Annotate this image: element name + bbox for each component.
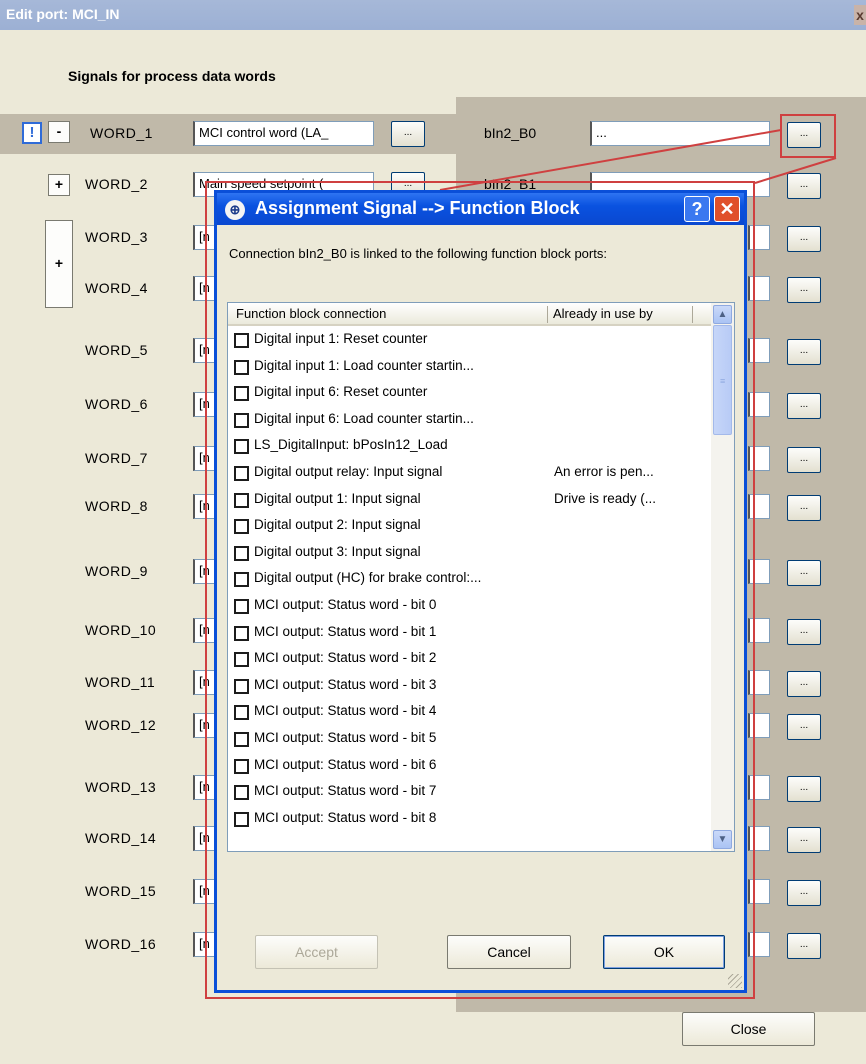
- row-checkbox[interactable]: [234, 705, 249, 721]
- grip-icon: ≡: [720, 376, 726, 386]
- assignment-dialog: ⊕ Assignment Signal --> Function Block ?…: [214, 190, 747, 993]
- list-item[interactable]: MCI output: Status word - bit 8: [228, 808, 708, 830]
- dialog-titlebar: ⊕ Assignment Signal --> Function Block ?…: [217, 193, 744, 225]
- row-connection-text: Digital input 6: Reset counter: [254, 384, 428, 400]
- row-checkbox[interactable]: [234, 811, 249, 827]
- list-item[interactable]: MCI output: Status word - bit 1: [228, 622, 708, 644]
- list-item[interactable]: MCI output: Status word - bit 3: [228, 675, 708, 697]
- edit-port-window: Edit port: MCI_IN x Signals for process …: [0, 0, 866, 1064]
- list-item[interactable]: MCI output: Status word - bit 2: [228, 648, 708, 670]
- row-checkbox[interactable]: [234, 678, 249, 694]
- row-checkbox[interactable]: [234, 572, 249, 588]
- row-in-use-text: Drive is ready (...: [554, 490, 657, 506]
- cancel-button[interactable]: Cancel: [447, 935, 571, 969]
- row-checkbox[interactable]: [234, 599, 249, 614]
- row-connection-text: Digital output 3: Input signal: [254, 543, 421, 559]
- scroll-down-icon[interactable]: ▼: [713, 830, 732, 849]
- row-checkbox[interactable]: [234, 785, 249, 801]
- row-connection-text: LS_DigitalInput: bPosIn12_Load: [254, 437, 448, 453]
- row-checkbox[interactable]: [234, 439, 249, 455]
- row-checkbox[interactable]: [234, 625, 249, 641]
- row-connection-text: MCI output: Status word - bit 1: [254, 623, 437, 639]
- row-checkbox[interactable]: [234, 758, 249, 774]
- list-item[interactable]: MCI output: Status word - bit 7: [228, 781, 708, 803]
- list-item[interactable]: Digital input 6: Reset counter: [228, 382, 708, 404]
- list-item[interactable]: LS_DigitalInput: bPosIn12_Load: [228, 435, 708, 457]
- row-connection-text: Digital output 2: Input signal: [254, 517, 421, 533]
- bit-button-highlight-frame: [780, 114, 836, 158]
- row-checkbox[interactable]: [234, 545, 249, 561]
- row-checkbox[interactable]: [234, 386, 249, 402]
- app-icon: ⊕: [225, 200, 245, 220]
- column-divider[interactable]: [547, 306, 548, 323]
- accept-button[interactable]: Accept: [255, 935, 378, 969]
- list-item[interactable]: Digital input 6: Load counter startin...: [228, 409, 708, 431]
- close-button[interactable]: Close: [682, 1012, 815, 1046]
- row-connection-text: MCI output: Status word - bit 6: [254, 756, 437, 772]
- scroll-up-icon[interactable]: ▲: [713, 305, 732, 324]
- vertical-scrollbar[interactable]: ▲ ≡ ▼: [711, 303, 734, 851]
- scroll-thumb[interactable]: ≡: [713, 325, 732, 435]
- list-item[interactable]: MCI output: Status word - bit 5: [228, 728, 708, 750]
- row-connection-text: Digital input 1: Reset counter: [254, 331, 428, 346]
- list-item[interactable]: MCI output: Status word - bit 0: [228, 595, 708, 617]
- row-connection-text: Digital output 1: Input signal: [254, 490, 421, 506]
- row-checkbox[interactable]: [234, 333, 249, 348]
- list-item[interactable]: Digital input 1: Reset counter: [228, 329, 708, 351]
- row-connection-text: MCI output: Status word - bit 4: [254, 703, 437, 719]
- column-divider[interactable]: [692, 306, 693, 323]
- row-checkbox[interactable]: [234, 732, 249, 747]
- row-connection-text: MCI output: Status word - bit 2: [254, 650, 437, 666]
- row-connection-text: Digital input 6: Load counter startin...: [254, 410, 474, 426]
- dialog-title: Assignment Signal --> Function Block: [255, 198, 580, 218]
- row-connection-text: Digital output relay: Input signal: [254, 464, 443, 479]
- list-item[interactable]: Digital output 2: Input signal: [228, 515, 708, 537]
- help-icon[interactable]: ?: [684, 196, 710, 222]
- list-item[interactable]: Digital output 1: Input signal Drive is r…: [228, 489, 708, 511]
- row-connection-text: MCI output: Status word - bit 0: [254, 597, 437, 612]
- row-in-use-text: An error is pen...: [554, 464, 654, 479]
- ok-button[interactable]: OK: [603, 935, 725, 969]
- row-checkbox[interactable]: [234, 492, 249, 508]
- row-connection-text: MCI output: Status word - bit 8: [254, 809, 437, 825]
- list-item[interactable]: Digital output relay: Input signal An err…: [228, 462, 708, 484]
- row-connection-text: Digital output (HC) for brake control:..…: [254, 570, 482, 586]
- row-connection-text: MCI output: Status word - bit 5: [254, 730, 437, 745]
- list-item[interactable]: Digital output 3: Input signal: [228, 542, 708, 564]
- column-header-in-use[interactable]: Already in use by: [553, 306, 653, 321]
- row-connection-text: MCI output: Status word - bit 3: [254, 676, 437, 692]
- row-connection-text: MCI output: Status word - bit 7: [254, 783, 437, 799]
- resize-grip-icon[interactable]: [728, 974, 742, 988]
- list-item[interactable]: Digital output (HC) for brake control:..…: [228, 568, 708, 590]
- row-checkbox[interactable]: [234, 412, 249, 428]
- row-connection-text: Digital input 1: Load counter startin...: [254, 357, 474, 373]
- list-item[interactable]: MCI output: Status word - bit 4: [228, 701, 708, 723]
- dialog-message: Connection bIn2_B0 is linked to the foll…: [229, 246, 607, 261]
- row-checkbox[interactable]: [234, 519, 249, 535]
- close-icon[interactable]: ✕: [714, 196, 740, 222]
- list-header: Function block connection Already in use…: [228, 303, 711, 326]
- list-item[interactable]: Digital input 1: Load counter startin...: [228, 356, 708, 378]
- row-checkbox[interactable]: [234, 652, 249, 668]
- row-checkbox[interactable]: [234, 466, 249, 481]
- function-block-list[interactable]: Function block connection Already in use…: [227, 302, 735, 852]
- row-checkbox[interactable]: [234, 359, 249, 375]
- column-header-connection[interactable]: Function block connection: [236, 306, 386, 321]
- link-line: [754, 157, 837, 184]
- list-item[interactable]: MCI output: Status word - bit 6: [228, 755, 708, 777]
